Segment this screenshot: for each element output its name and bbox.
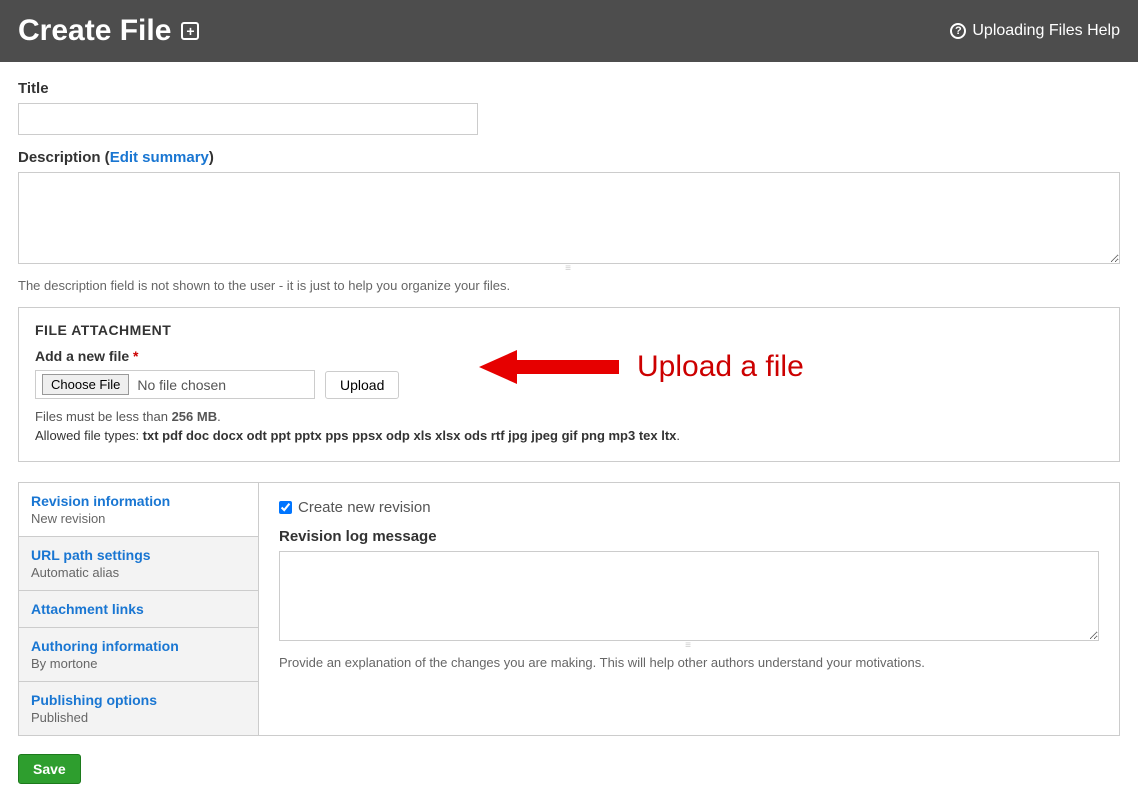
file-attachment-fieldset: FILE ATTACHMENT Add a new file * Choose … (18, 307, 1120, 462)
description-label-suffix: ) (209, 149, 214, 166)
title-group: Title (18, 80, 1120, 135)
tab-publishing-options[interactable]: Publishing options Published (19, 682, 258, 735)
page-title: Create File (18, 14, 171, 48)
arrow-icon (479, 348, 619, 386)
annotation-text: Upload a file (637, 350, 804, 384)
vertical-tabs-list: Revision information New revision URL pa… (19, 483, 259, 735)
title-input[interactable] (18, 103, 478, 135)
upload-button[interactable]: Upload (325, 371, 399, 399)
edit-summary-link[interactable]: Edit summary (110, 149, 209, 166)
tab-attachment-links[interactable]: Attachment links (19, 591, 258, 628)
revision-log-textarea[interactable] (279, 551, 1099, 641)
no-file-chosen-text: No file chosen (137, 377, 226, 393)
help-icon: ? (950, 23, 966, 39)
create-new-revision-label: Create new revision (298, 499, 431, 516)
uploading-files-help-link[interactable]: ? Uploading Files Help (950, 22, 1120, 40)
tab-url-path-settings[interactable]: URL path settings Automatic alias (19, 537, 258, 591)
plus-icon[interactable]: + (181, 22, 199, 40)
annotation-arrow: Upload a file (479, 348, 804, 386)
resize-handle-icon[interactable]: ≡ (279, 643, 1099, 649)
vertical-tabs-panel: Revision information New revision URL pa… (18, 482, 1120, 736)
revision-log-help: Provide an explanation of the changes yo… (279, 655, 1099, 670)
description-label-prefix: Description ( (18, 149, 110, 166)
tab-revision-information[interactable]: Revision information New revision (19, 483, 258, 537)
description-textarea[interactable] (18, 172, 1120, 264)
help-link-label: Uploading Files Help (972, 22, 1120, 40)
file-attachment-legend: FILE ATTACHMENT (35, 322, 1103, 338)
tab-authoring-information[interactable]: Authoring information By mortone (19, 628, 258, 682)
create-new-revision-checkbox[interactable] (279, 501, 292, 514)
page-header: Create File + ? Uploading Files Help (0, 0, 1138, 62)
description-group: Description (Edit summary) ≡ The descrip… (18, 149, 1120, 293)
revision-log-label: Revision log message (279, 528, 1099, 545)
resize-handle-icon[interactable]: ≡ (18, 266, 1120, 272)
description-label: Description (Edit summary) (18, 149, 1120, 166)
description-help-text: The description field is not shown to th… (18, 278, 1120, 293)
file-types-help: Allowed file types: txt pdf doc docx odt… (35, 428, 1103, 443)
main-content: Title Description (Edit summary) ≡ The d… (0, 62, 1138, 802)
save-button[interactable]: Save (18, 754, 81, 784)
choose-file-button[interactable]: Choose File (42, 374, 129, 395)
create-new-revision-row: Create new revision (279, 499, 1099, 516)
file-input-wrap[interactable]: Choose File No file chosen (35, 370, 315, 399)
revision-tab-content: Create new revision Revision log message… (259, 483, 1119, 735)
title-label: Title (18, 80, 1120, 97)
page-title-wrap: Create File + (18, 14, 199, 48)
file-size-help: Files must be less than 256 MB. (35, 409, 1103, 424)
required-mark: * (133, 348, 138, 364)
